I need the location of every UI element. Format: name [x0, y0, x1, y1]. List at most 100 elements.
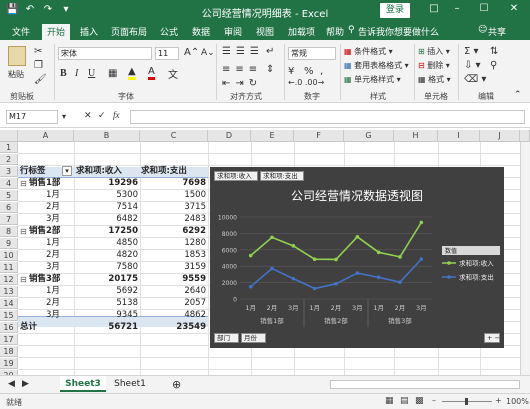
format-as-table-button[interactable]: ▦ 套用表格格式 ▾ — [344, 60, 409, 71]
horizontal-align-icons[interactable]: ≡≡≡ — [222, 64, 262, 75]
tab-review[interactable]: 审阅 — [224, 25, 242, 38]
wrap-text-icon[interactable]: ↵ — [266, 46, 274, 57]
clear-icon[interactable]: ⌫ ▾ — [464, 74, 486, 85]
data-point[interactable] — [376, 250, 381, 255]
sheet-tab-sheet1[interactable]: Sheet1 — [108, 376, 152, 392]
row-header[interactable]: 7 — [0, 214, 18, 225]
maximize-icon[interactable]: ☐ — [475, 3, 493, 14]
data-point[interactable] — [248, 284, 253, 289]
add-sheet-icon[interactable]: ⊕ — [172, 378, 181, 391]
pivot-month-label[interactable]: 3月 — [46, 262, 72, 273]
pivot-total-label[interactable]: 总计 — [20, 322, 60, 333]
pivot-group-expense[interactable]: 9559 — [140, 274, 206, 285]
select-all-corner[interactable] — [0, 130, 18, 142]
pivot-month-income[interactable]: 9345 — [74, 310, 138, 321]
column-header[interactable]: A — [18, 130, 74, 142]
column-header[interactable]: B — [74, 130, 140, 142]
pivot-group-income[interactable]: 19296 — [74, 178, 138, 189]
pivot-month-label[interactable]: 3月 — [46, 214, 72, 225]
pivot-month-expense[interactable]: 4862 — [140, 310, 206, 321]
pivot-group-expense[interactable]: 6292 — [140, 226, 206, 237]
data-point[interactable] — [398, 255, 402, 259]
pivot-group-income[interactable]: 17250 — [74, 226, 138, 237]
autosum-icon[interactable]: Σ ▾ — [464, 46, 479, 57]
pivot-month-income[interactable]: 7514 — [74, 202, 138, 213]
zoom-out-icon[interactable]: – — [432, 396, 436, 405]
pivot-month-income[interactable]: 6482 — [74, 214, 138, 225]
data-point[interactable] — [355, 271, 360, 275]
data-point[interactable] — [376, 275, 381, 280]
row-header[interactable]: 5 — [0, 190, 18, 201]
collapse-icon[interactable]: ⊟ — [20, 178, 27, 189]
italic-icon[interactable]: I — [75, 68, 78, 79]
column-header[interactable]: J — [480, 130, 520, 142]
data-point[interactable] — [270, 235, 274, 240]
filter-dropdown-icon[interactable]: ▾ — [62, 166, 72, 176]
pivot-month-label[interactable]: 2月 — [46, 298, 72, 309]
normal-view-icon[interactable]: ▦ — [385, 396, 394, 406]
find-select-icon[interactable]: ⚲ — [490, 60, 497, 71]
data-point[interactable] — [291, 244, 296, 248]
tab-formulas[interactable]: 公式 — [160, 25, 178, 38]
pivot-group-label[interactable]: 销售2部 — [29, 226, 73, 237]
indent-icons[interactable]: ⇤⇥↻ — [222, 78, 262, 89]
format-cells-button[interactable]: ▦ 格式 ▾ — [418, 74, 451, 85]
data-point[interactable] — [355, 235, 360, 239]
pivot-month-expense[interactable]: 2483 — [140, 214, 206, 225]
pivot-expense-header[interactable]: 求和项:支出 — [141, 166, 205, 177]
zoom-slider-thumb[interactable] — [465, 398, 468, 405]
font-size-box[interactable]: 11 — [155, 47, 179, 60]
sort-filter-icon[interactable]: ⇅ — [490, 46, 498, 57]
pivot-income-header[interactable]: 求和项:收入 — [76, 166, 138, 177]
tab-help[interactable]: 帮助 — [326, 25, 344, 38]
pivot-month-label[interactable]: 1月 — [46, 190, 72, 201]
data-point[interactable] — [291, 276, 296, 281]
row-header[interactable]: 2 — [0, 154, 18, 165]
data-point[interactable] — [334, 257, 338, 262]
font-color-icon[interactable]: A — [148, 66, 155, 80]
horizontal-scrollbar[interactable] — [330, 380, 520, 389]
vertical-scrollbar[interactable] — [520, 142, 530, 375]
row-header[interactable]: 18 — [0, 346, 18, 357]
data-point[interactable] — [312, 257, 317, 262]
conditional-format-button[interactable]: ▦ 条件格式 ▾ — [344, 46, 393, 57]
bold-icon[interactable]: B — [60, 68, 67, 79]
collapse-icon[interactable]: ⊟ — [20, 274, 27, 285]
row-header[interactable]: 4 — [0, 178, 18, 189]
pivot-month-income[interactable]: 5138 — [74, 298, 138, 309]
comma-icon[interactable]: , — [320, 66, 323, 77]
series-line-0[interactable] — [250, 221, 423, 261]
pivot-group-label[interactable]: 销售3部 — [29, 274, 73, 285]
border-icon[interactable]: ▦ — [108, 68, 117, 79]
scroll-sheets-left-icon[interactable]: ◀ — [8, 379, 15, 389]
shrink-font-icon[interactable]: A⌄ — [201, 48, 215, 58]
pivot-total-income[interactable]: 56721 — [74, 322, 138, 333]
scroll-sheets-right-icon[interactable]: ▶ — [22, 379, 29, 389]
collapse-ribbon-icon[interactable]: ⌃ — [514, 90, 522, 100]
zoom-in-icon[interactable]: + — [495, 396, 502, 405]
tab-page-layout[interactable]: 页面布局 — [111, 25, 147, 38]
data-point[interactable] — [419, 257, 424, 261]
data-point[interactable] — [398, 280, 402, 284]
pivot-month-income[interactable]: 4850 — [74, 238, 138, 249]
tab-data[interactable]: 数据 — [192, 25, 210, 38]
pivot-month-expense[interactable]: 3715 — [140, 202, 206, 213]
row-header[interactable]: 9 — [0, 238, 18, 249]
fill-color-icon[interactable]: ▲ — [128, 66, 136, 80]
column-header[interactable]: F — [294, 130, 344, 142]
pivot-month-income[interactable]: 7580 — [74, 262, 138, 273]
row-header[interactable]: 17 — [0, 334, 18, 345]
pivot-month-expense[interactable]: 3159 — [140, 262, 206, 273]
row-header[interactable]: 6 — [0, 202, 18, 213]
pivot-group-expense[interactable]: 7698 — [140, 178, 206, 189]
formula-input[interactable] — [130, 110, 525, 124]
vertical-scrollbar-top[interactable] — [520, 130, 530, 142]
pivot-month-label[interactable]: 1月 — [46, 286, 72, 297]
row-header[interactable]: 12 — [0, 274, 18, 285]
enter-formula-icon[interactable]: ✓ — [98, 111, 106, 121]
pivot-month-expense[interactable]: 1853 — [140, 250, 206, 261]
row-header[interactable]: 3 — [0, 166, 18, 177]
row-header[interactable]: 14 — [0, 298, 18, 309]
row-header[interactable]: 1 — [0, 142, 18, 153]
expand-collapse-buttons[interactable]: + − — [484, 333, 500, 343]
